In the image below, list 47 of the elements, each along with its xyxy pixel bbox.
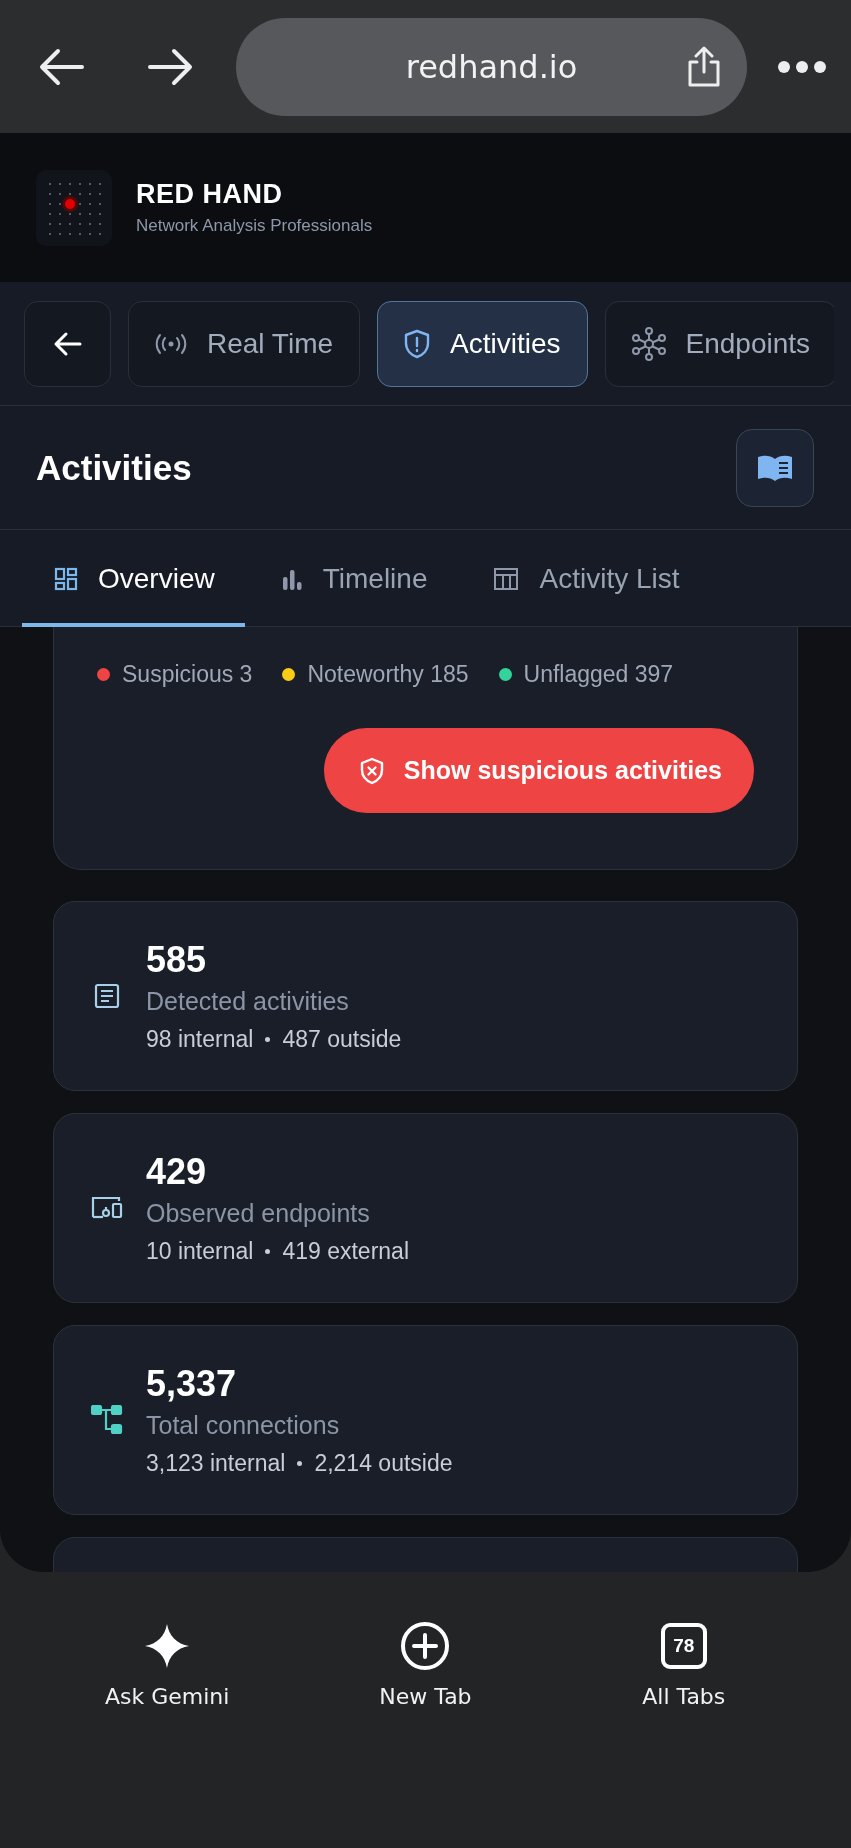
logo-icon — [36, 169, 112, 246]
address-bar[interactable]: redhand.io — [236, 17, 747, 116]
url-text: redhand.io — [405, 47, 578, 86]
stat-label: Observed endpoints — [146, 1199, 371, 1228]
nav-tab[interactable]: Endpoints — [604, 300, 834, 387]
toolbar-button[interactable]: New Tab — [325, 1620, 526, 1709]
back-button[interactable] — [24, 300, 111, 387]
legend-label: Unflagged 397 — [523, 661, 674, 688]
page-title: Activities — [36, 447, 192, 488]
table-icon — [493, 566, 520, 591]
document-icon — [93, 982, 121, 1010]
brand-name: RED HAND — [136, 179, 284, 210]
devices-icon — [90, 1195, 124, 1221]
toolbar-button[interactable]: 78 All Tabs — [583, 1620, 784, 1709]
stat-value: 585 — [146, 939, 208, 981]
guide-button[interactable] — [736, 428, 814, 507]
stat-breakdown: 10 internal — [146, 1238, 254, 1265]
network-icon — [631, 326, 666, 361]
new-tab-icon — [400, 1621, 451, 1671]
back-icon — [52, 330, 83, 357]
book-icon — [756, 453, 794, 482]
stat-label: Detected activities — [146, 987, 350, 1016]
shield-x-icon — [359, 756, 384, 785]
stat-value: 5,337 — [146, 1363, 238, 1405]
brand-tagline: Network Analysis Professionals — [136, 216, 373, 236]
stat-breakdown: 2,214 outside — [314, 1450, 453, 1477]
section-tab[interactable]: Activity List — [461, 530, 710, 627]
shield-alert-icon — [404, 328, 431, 359]
tab-count: 78 — [660, 1623, 707, 1669]
stat-breakdown: 419 external — [282, 1238, 409, 1265]
stat-value: 429 — [146, 1151, 208, 1193]
legend-label: Noteworthy 185 — [307, 661, 469, 688]
broadcast-icon — [155, 332, 187, 355]
section-tab[interactable]: Timeline — [248, 530, 458, 627]
stat-breakdown: 98 internal — [146, 1026, 254, 1053]
stat-breakdown: 3,123 internal — [146, 1450, 286, 1477]
bar-chart-icon — [280, 567, 303, 590]
show-suspicious-button[interactable]: Show suspicious activities — [323, 728, 754, 813]
dashboard-icon — [54, 566, 78, 591]
legend-label: Suspicious 3 — [122, 661, 253, 688]
nav-tab[interactable]: Activities — [377, 300, 588, 387]
toolbar-button[interactable]: Ask Gemini — [67, 1620, 268, 1709]
stat-breakdown: 487 outside — [282, 1026, 402, 1053]
connections-icon — [91, 1405, 123, 1435]
nav-tab[interactable]: Real Time — [128, 300, 361, 387]
more-icon[interactable] — [777, 59, 827, 74]
stat-label: Total connections — [146, 1411, 341, 1440]
